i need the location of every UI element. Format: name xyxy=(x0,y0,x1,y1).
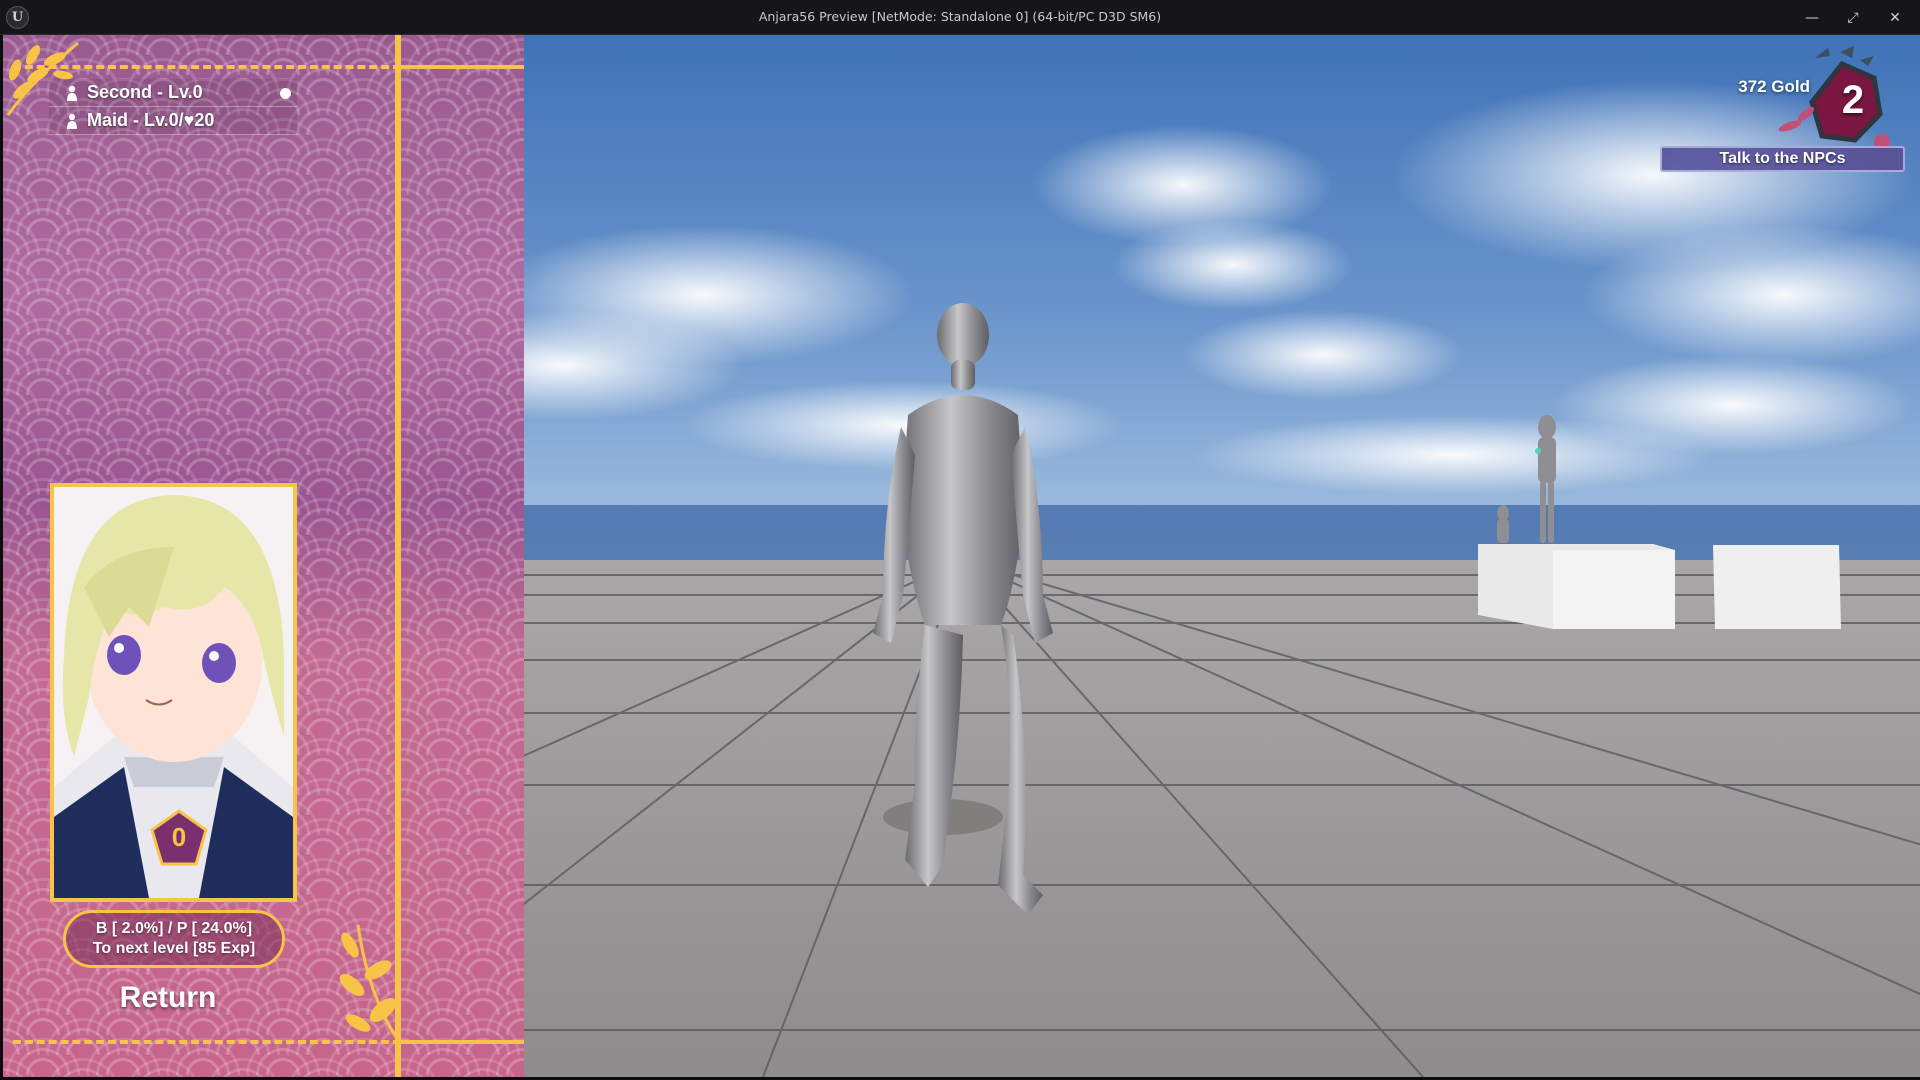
close-button[interactable]: ✕ xyxy=(1873,0,1917,35)
minimize-button[interactable]: — xyxy=(1790,0,1834,35)
restore-button[interactable]: ⤢ xyxy=(1831,0,1875,35)
bp-stats: B [ 2.0%] / P [ 24.0%] xyxy=(95,920,253,937)
party-panel: Second - Lv.0 Maid - Lv.0/♥20 0 B [2.0%… xyxy=(3,35,524,1077)
platform-blocks xyxy=(1478,544,1841,629)
next-level-exp: To next level [85 Exp] xyxy=(92,940,256,957)
top-border-line xyxy=(401,65,524,69)
character-portrait: 0 xyxy=(50,483,297,902)
selected-indicator-icon xyxy=(280,88,291,99)
level-badge: 0 xyxy=(149,808,209,868)
exp-stats-pill: B [ 2.0%] / P [ 24.0%] To next level [85… xyxy=(63,910,285,968)
bottom-border-line xyxy=(401,1040,524,1044)
bottom-leaf-ornament-icon xyxy=(339,924,400,1041)
party-member-maid[interactable]: Maid - Lv.0/♥20 xyxy=(49,107,297,135)
window-title: Anjara56 Preview [NetMode: Standalone 0]… xyxy=(758,9,1162,24)
window-titlebar: U Anjara56 Preview [NetMode: Standalone … xyxy=(0,0,1920,35)
person-icon xyxy=(63,112,81,130)
person-icon xyxy=(63,84,81,102)
party-member-label: Second - Lv.0 xyxy=(87,82,203,102)
return-button[interactable]: Return xyxy=(93,975,243,1021)
heart-icon: ♥ xyxy=(183,110,195,130)
character-level: 0 xyxy=(171,822,187,852)
party-member-second[interactable]: Second - Lv.0 xyxy=(49,79,297,107)
day-counter: 2 xyxy=(1841,78,1865,122)
affection-value: 20 xyxy=(194,110,215,130)
quest-objective[interactable]: Talk to the NPCs xyxy=(1660,146,1905,172)
quest-objective-text: Talk to the NPCs xyxy=(1719,150,1846,167)
party-member-label: Maid - Lv.0/♥20 xyxy=(87,110,215,130)
